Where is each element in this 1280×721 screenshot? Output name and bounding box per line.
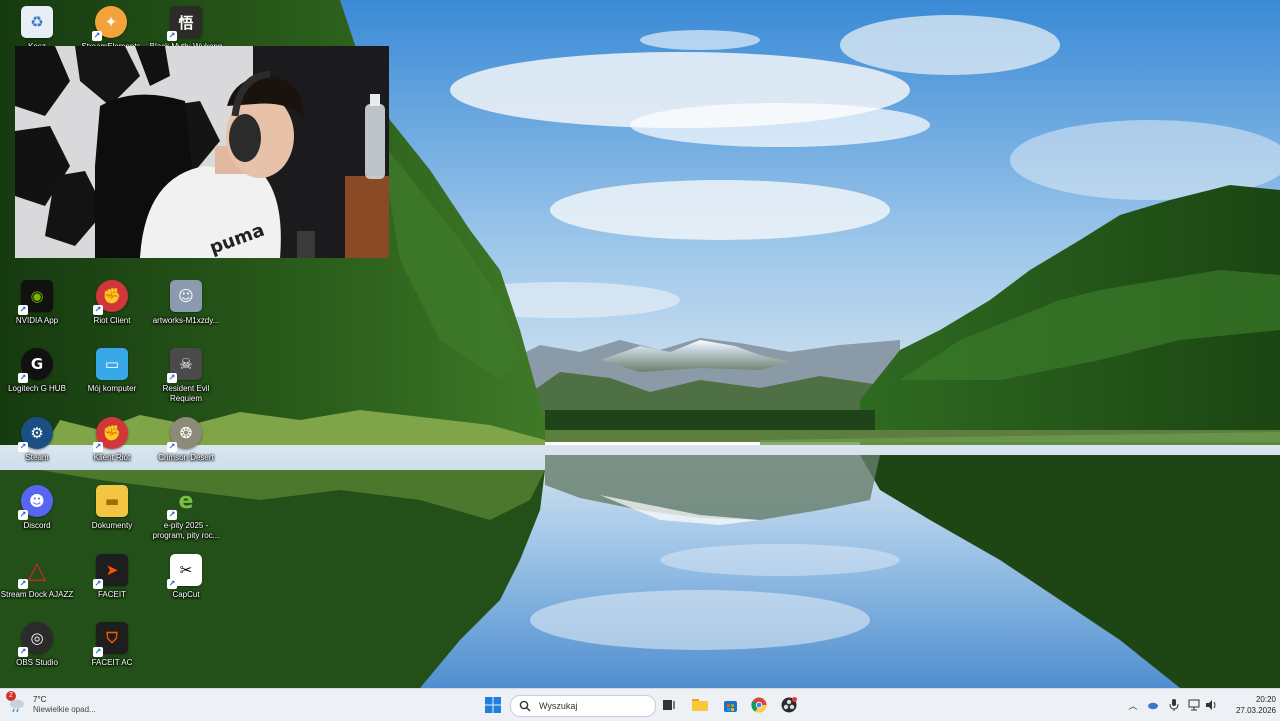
network-monitor-icon: [1188, 699, 1200, 711]
task-view-icon: [663, 700, 675, 710]
riot-client-icon: ✊ ↗: [93, 280, 128, 315]
desktop-icon-dokumenty[interactable]: ▬ Dokumenty: [73, 485, 151, 547]
nvidia-icon: ◉ ↗: [18, 280, 53, 315]
desktop-icon-stream-dock[interactable]: △ ↗ Stream Dock AJAZZ: [0, 554, 76, 616]
notification-badge: 2: [6, 691, 16, 701]
taskbar: 2 7°C Niewielkie opad... Wyszukaj ︿ 20:2…: [0, 688, 1280, 721]
cloud-icon: [1148, 702, 1158, 710]
desktop-icon-label: Klient Riot: [93, 453, 131, 462]
desktop-icon-capcut[interactable]: ✂ ↗ CapCut: [147, 554, 225, 616]
desktop-icon-artworks[interactable]: ☺ artworks-M1xzdy...: [147, 280, 225, 342]
task-view-button[interactable]: [658, 693, 680, 717]
volume-button[interactable]: [1203, 693, 1219, 717]
desktop-icon-resident-evil[interactable]: ☠ ↗ Resident Evil Requiem: [147, 348, 225, 410]
desktop-icon-label: CapCut: [172, 590, 200, 599]
windows-logo-icon: [485, 697, 501, 713]
steam-icon: ⚙ ↗: [18, 417, 53, 452]
search-input[interactable]: [537, 700, 651, 712]
weather-cloud-rain-icon: 2: [6, 691, 26, 714]
desktop-icon-crimson-desert[interactable]: ❂ ↗ Crimson Desert: [147, 417, 225, 479]
desktop-icon-faceit[interactable]: ➤ ↗ FACEIT: [73, 554, 151, 616]
desktop-icon-label: OBS Studio: [16, 658, 58, 667]
chrome-icon: [751, 697, 767, 713]
start-button[interactable]: [482, 693, 504, 717]
desktop-icon-label: artworks-M1xzdy...: [152, 316, 220, 325]
artwork-image-icon: ☺: [170, 280, 202, 312]
file-explorer-button[interactable]: [689, 693, 711, 717]
faceit-ac-icon: ⛉ ↗: [93, 622, 128, 657]
network-button[interactable]: [1186, 693, 1202, 717]
desktop-icon-label: Crimson Desert: [158, 453, 214, 462]
microphone-icon: [1169, 699, 1179, 711]
file-explorer-icon: [692, 699, 708, 711]
chrome-button[interactable]: [748, 693, 770, 717]
desktop-icon-nvidia-app[interactable]: ◉ ↗ NVIDIA App: [0, 280, 76, 342]
faceit-icon: ➤ ↗: [93, 554, 128, 589]
desktop-icon-label: Riot Client: [93, 316, 131, 325]
desktop-icon-steam[interactable]: ⚙ ↗ Steam: [0, 417, 76, 479]
riot-client-icon: ✊ ↗: [93, 417, 128, 452]
taskbar-search[interactable]: [510, 695, 656, 717]
capcut-icon: ✂ ↗: [167, 554, 202, 589]
black-myth-wukong-icon: 悟 ↗: [167, 6, 202, 41]
desktop-icon-label: Steam: [25, 453, 49, 462]
recycle-bin-icon: ♻: [21, 6, 53, 38]
desktop-icon-label: e-pity 2025 - program, pity roc...: [152, 521, 220, 540]
microsoft-store-button[interactable]: [719, 693, 741, 717]
desktop-icon-klient-riot[interactable]: ✊ ↗ Klient Riot: [73, 417, 151, 479]
desktop-icon-e-pity[interactable]: e ↗ e-pity 2025 - program, pity roc...: [147, 485, 225, 547]
resident-evil-icon: ☠ ↗: [167, 348, 202, 383]
microphone-button[interactable]: [1166, 693, 1182, 717]
weather-widget[interactable]: 2 7°C Niewielkie opad...: [6, 691, 128, 717]
speaker-icon: [1205, 700, 1215, 710]
weather-temperature: 7°C: [33, 695, 47, 704]
logitech-ghub-icon: G ↗: [18, 348, 53, 383]
desktop-icon-obs-studio[interactable]: ◎ ↗ OBS Studio: [0, 622, 76, 684]
obs-taskbar-button[interactable]: [778, 693, 800, 717]
clock-time: 20:20: [1255, 695, 1276, 704]
weather-description: Niewielkie opad...: [33, 705, 96, 714]
desktop-icon-label: Logitech G HUB: [8, 384, 66, 393]
webcam-overlay: puma: [15, 46, 389, 258]
search-icon: [519, 700, 531, 712]
clock-date: 27.03.2026: [1235, 706, 1276, 715]
desktop-icon-label: FACEIT AC: [91, 658, 133, 667]
obs-icon: ◎ ↗: [18, 622, 53, 657]
chevron-up-icon: ︿: [1128, 700, 1138, 711]
desktop-icon-label: Mój komputer: [87, 384, 137, 393]
desktop-icon-label: Resident Evil Requiem: [162, 384, 210, 403]
desktop-icon-label: FACEIT: [97, 590, 126, 599]
streamelements-icon: ✦ ↗: [92, 6, 127, 41]
desktop-icon-label: NVIDIA App: [15, 316, 59, 325]
obs-taskbar-icon: [781, 697, 797, 713]
show-hidden-icons-button[interactable]: ︿: [1125, 693, 1141, 717]
desktop-icon-logitech-ghub[interactable]: G ↗ Logitech G HUB: [0, 348, 76, 410]
desktop-icon-label: Stream Dock AJAZZ: [0, 590, 74, 599]
desktop-icon-label: Dokumenty: [91, 521, 133, 530]
tray-app-button[interactable]: [1145, 693, 1161, 717]
desktop-icon-riot-client[interactable]: ✊ ↗ Riot Client: [73, 280, 151, 342]
discord-icon: ☻ ↗: [18, 485, 53, 520]
crimson-desert-icon: ❂ ↗: [167, 417, 202, 452]
stream-dock-icon: △ ↗: [18, 556, 47, 589]
e-pity-icon: e ↗: [167, 488, 194, 520]
folder-icon: ▬: [96, 485, 128, 517]
desktop-icon-my-computer[interactable]: ▭ Mój komputer: [73, 348, 151, 410]
desktop-icon-label: Discord: [23, 521, 51, 530]
my-computer-icon: ▭: [96, 348, 128, 380]
desktop-icon-discord[interactable]: ☻ ↗ Discord: [0, 485, 76, 547]
microsoft-store-icon: [723, 700, 737, 712]
desktop-icon-faceit-ac[interactable]: ⛉ ↗ FACEIT AC: [73, 622, 151, 684]
clock[interactable]: 20:20 27.03.2026: [1220, 693, 1276, 717]
